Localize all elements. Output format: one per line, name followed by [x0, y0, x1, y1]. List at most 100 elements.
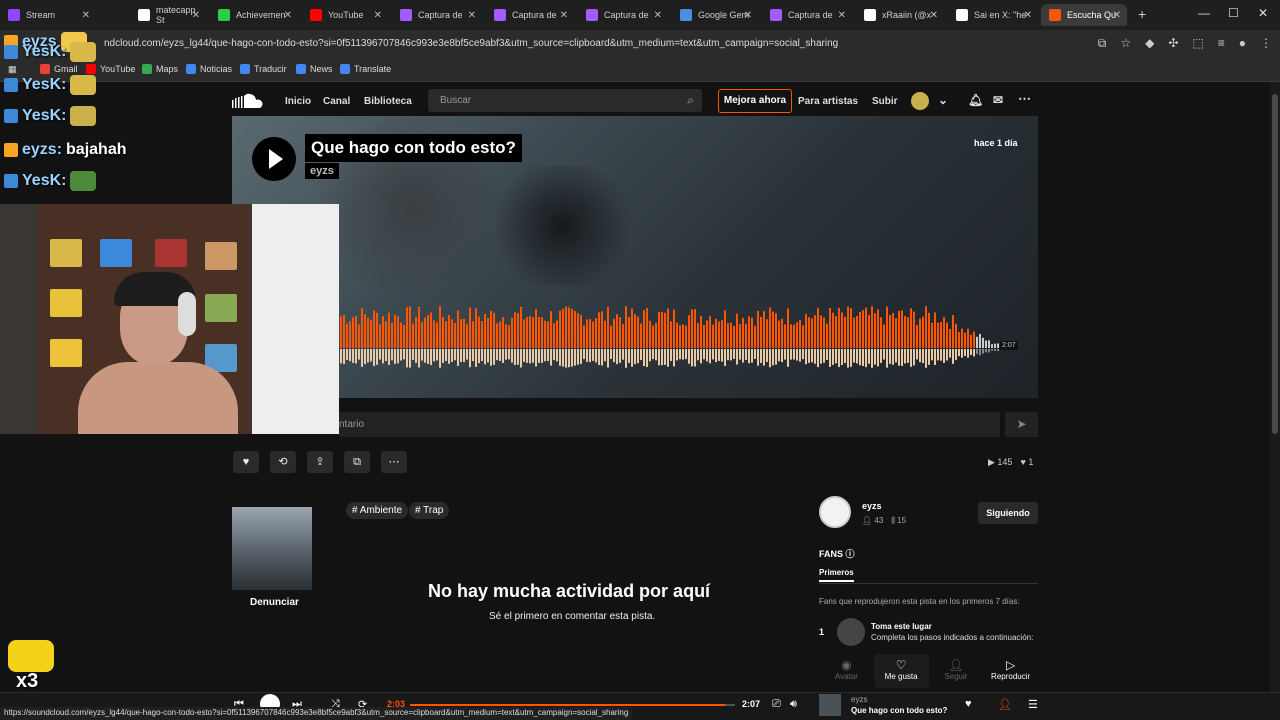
player-title[interactable]: Que hago con todo esto? [851, 706, 947, 715]
player-like-icon[interactable]: ♥ [965, 698, 972, 710]
tag-trap[interactable]: # Trap [409, 502, 450, 519]
scrollbar-thumb[interactable] [1272, 94, 1278, 434]
browser-tab[interactable]: matecapp St ✕ [130, 4, 206, 26]
waveform-reflection [427, 349, 429, 364]
browser-tab[interactable]: xRaaiin (@x ✕ [856, 4, 944, 26]
waveform-bar [508, 325, 510, 348]
browser-tab[interactable]: Captura de ✕ [762, 4, 852, 26]
waveform[interactable] [340, 298, 1016, 374]
queue-icon[interactable]: ☰ [1028, 698, 1038, 711]
browser-tab[interactable]: YouTube ✕ [302, 4, 388, 26]
nav-para-artistas[interactable]: Para artistas [798, 96, 858, 107]
comment-input[interactable]: ntario [339, 412, 1000, 437]
repost-button[interactable]: ⟲ [270, 451, 296, 473]
browser-tab[interactable]: Captura de ✕ [578, 4, 668, 26]
progress-bar[interactable] [410, 704, 735, 706]
bookmark-noticias[interactable]: Noticias [186, 64, 232, 74]
waveform-reflection [499, 349, 501, 361]
search-input[interactable]: Buscar ⌕ [428, 89, 702, 112]
apps-icon[interactable]: ▦ [8, 64, 17, 75]
close-window-icon[interactable]: ✕ [1258, 6, 1268, 20]
tab-close-icon[interactable]: ✕ [930, 10, 938, 21]
bell-icon[interactable]: 🔔︎ [968, 93, 983, 107]
bookmark-gmail[interactable]: Gmail [40, 64, 78, 74]
nav-inicio[interactable]: Inicio [285, 96, 311, 107]
kebab-menu-icon[interactable]: ⋮ [1260, 36, 1272, 51]
extension-icon[interactable]: ◆ [1145, 36, 1154, 51]
search-icon[interactable]: ⌕ [687, 93, 694, 108]
artist-name[interactable]: eyzs [862, 501, 882, 511]
nav-biblioteca[interactable]: Biblioteca [364, 96, 412, 107]
minimize-icon[interactable]: — [1198, 6, 1210, 20]
copy-link-button[interactable]: ⧉ [344, 451, 370, 473]
browser-tab[interactable]: Captura de ✕ [486, 4, 574, 26]
install-icon[interactable]: ⧉ [1098, 36, 1107, 51]
send-comment-button[interactable]: ➤ [1005, 412, 1038, 437]
cast-icon[interactable]: ⎚ [772, 698, 781, 711]
waveform-reflection [694, 349, 696, 367]
like-button[interactable]: ♥ [233, 451, 259, 473]
url-field[interactable]: ndcloud.com/eyzs_lg44/que-hago-con-todo-… [104, 38, 838, 49]
bookmark-maps[interactable]: Maps [142, 64, 178, 74]
browser-tab[interactable]: Captura de ✕ [392, 4, 482, 26]
tab-close-icon[interactable]: ✕ [1113, 10, 1121, 21]
player-artwork[interactable] [819, 694, 841, 716]
tab-close-icon[interactable]: ✕ [374, 10, 382, 21]
user-avatar[interactable] [911, 92, 929, 110]
track-artist-link[interactable]: eyzs [305, 163, 339, 179]
tab-close-icon[interactable]: ✕ [284, 10, 292, 21]
player-artist[interactable]: eyzs [851, 695, 867, 704]
track-title: Que hago con todo esto? [305, 134, 522, 162]
step-follow[interactable]: 👤︎ Seguir [929, 654, 984, 688]
step-avatar[interactable]: ◉ Avatar [819, 654, 874, 688]
tab-close-icon[interactable]: ✕ [1024, 10, 1032, 21]
volume-icon[interactable]: 🔊︎ [790, 698, 797, 711]
share-button[interactable]: ⇪ [307, 451, 333, 473]
maximize-icon[interactable]: ☐ [1228, 6, 1239, 20]
tag-ambiente[interactable]: # Ambiente [346, 502, 409, 519]
info-icon[interactable]: ⓘ [846, 549, 855, 559]
player-follow-icon[interactable]: 👤︎ [998, 698, 1012, 711]
profile-icon[interactable]: ● [1239, 36, 1246, 51]
tab-close-icon[interactable]: ✕ [654, 10, 662, 21]
play-button[interactable] [252, 137, 296, 181]
bookmark-traducir[interactable]: Traducir [240, 64, 287, 74]
page-scrollbar[interactable] [1270, 82, 1280, 694]
step-play[interactable]: ▷ Reproducir [983, 654, 1038, 688]
tab-close-icon[interactable]: ✕ [744, 10, 752, 21]
waveform-bar [505, 324, 507, 348]
track-artwork[interactable] [232, 507, 312, 590]
upgrade-button[interactable]: Mejora ahora [718, 89, 792, 113]
browser-tab[interactable]: Stream ✕ [0, 4, 96, 26]
more-actions-button[interactable]: ⋯ [381, 451, 407, 473]
browser-tab[interactable]: Escucha Qu ✕ [1041, 4, 1127, 26]
tab-close-icon[interactable]: ✕ [560, 10, 568, 21]
tab-close-icon[interactable]: ✕ [468, 10, 476, 21]
bookmark-star-icon[interactable]: ☆ [1120, 36, 1131, 51]
bookmark-youtube[interactable]: YouTube [86, 64, 135, 74]
bookmark-news[interactable]: News [296, 64, 333, 74]
bookmark-translate[interactable]: Translate [340, 64, 391, 74]
report-button[interactable]: Denunciar [250, 597, 299, 608]
browser-tab[interactable]: Google Gem ✕ [672, 4, 758, 26]
more-icon[interactable]: ⋯ [1018, 91, 1031, 107]
tab-close-icon[interactable]: ✕ [82, 10, 90, 21]
nav-canal[interactable]: Canal [323, 96, 350, 107]
tab-primeros[interactable]: Primeros [819, 568, 854, 582]
tab-close-icon[interactable]: ✕ [192, 10, 200, 21]
waveform-reflection [727, 349, 729, 361]
following-button[interactable]: Siguiendo [978, 502, 1038, 524]
tab-close-icon[interactable]: ✕ [838, 10, 846, 21]
soundcloud-logo[interactable] [232, 92, 264, 110]
browser-tab[interactable]: Sai en X: "he ✕ [948, 4, 1038, 26]
chevron-down-icon[interactable]: ⌄ [938, 93, 948, 107]
step-like[interactable]: ♡ Me gusta [873, 654, 929, 688]
new-tab-button[interactable]: + [1138, 6, 1146, 22]
nav-subir[interactable]: Subir [872, 96, 898, 107]
menu-list-icon[interactable]: ≡ [1218, 36, 1225, 51]
mail-icon[interactable]: ✉ [993, 93, 1003, 107]
artist-avatar[interactable] [819, 496, 851, 528]
puzzle-icon[interactable]: ✣ [1168, 36, 1178, 51]
extensions-icon[interactable]: ⬚ [1192, 36, 1203, 51]
browser-tab[interactable]: Achievemen ✕ [210, 4, 298, 26]
